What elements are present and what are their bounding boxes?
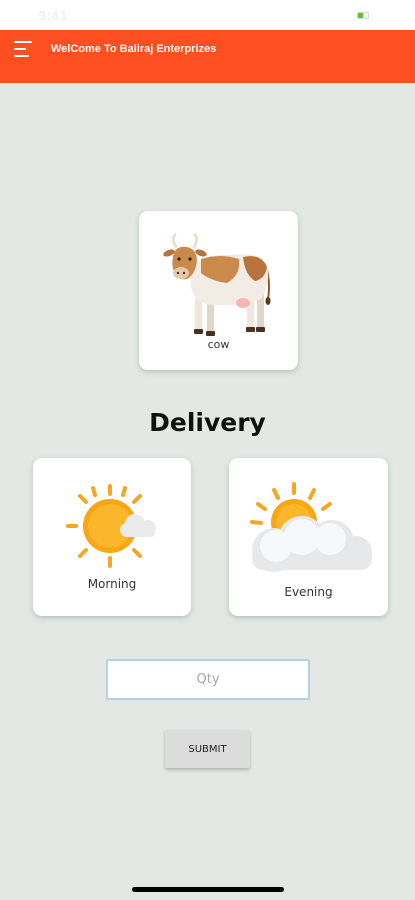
cow-product-card[interactable]: cow (139, 211, 298, 370)
delivery-title: Delivery (149, 408, 266, 437)
delivery-option-morning[interactable]: Morning (33, 458, 191, 616)
evening-label: Evening (284, 585, 333, 599)
hamburger-menu-icon[interactable] (14, 40, 32, 58)
home-indicator[interactable] (132, 887, 284, 892)
morning-label: Morning (87, 577, 137, 591)
cow-icon (163, 233, 271, 336)
delivery-option-evening[interactable]: Evening (229, 458, 388, 616)
product-label: cow (207, 338, 230, 351)
submit-button[interactable]: SUBMIT (165, 730, 250, 768)
qty-input[interactable] (106, 659, 310, 700)
sun-behind-clouds-icon (250, 482, 372, 572)
status-time: 9:41 (38, 9, 68, 23)
status-bar: 9:41 (0, 0, 415, 30)
app-title: WelCome To Baliraj Enterprizes (51, 43, 217, 55)
battery-icon (357, 12, 371, 19)
sun-partly-cloudy-icon (66, 484, 156, 568)
app-bar: WelCome To Baliraj Enterprizes (0, 30, 415, 83)
